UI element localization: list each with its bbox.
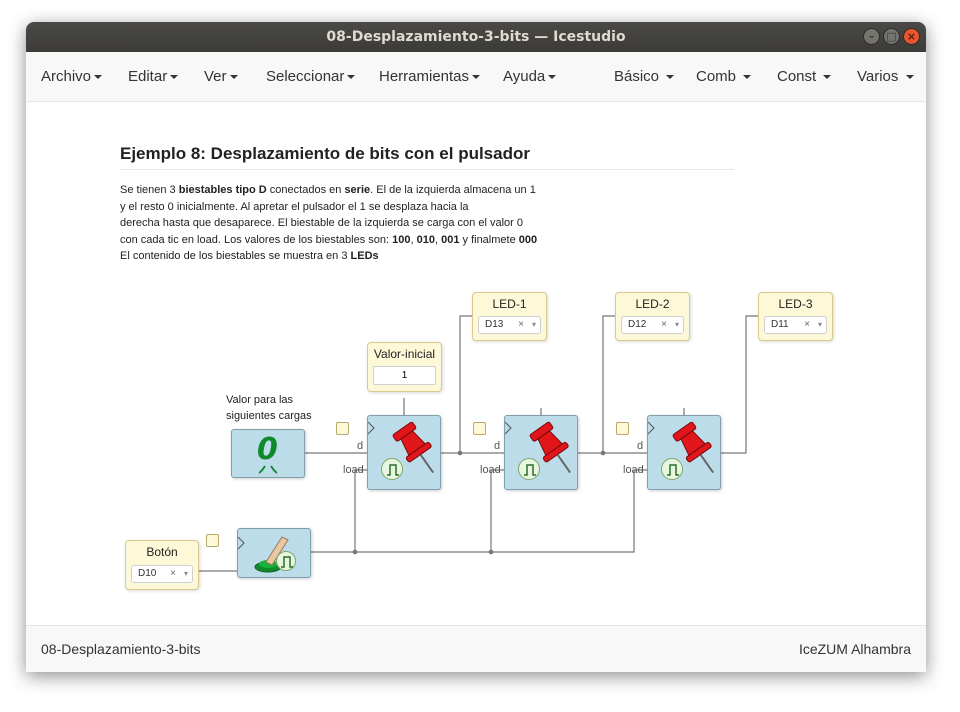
caret-down-icon (905, 75, 914, 80)
led1-label: LED-1 (492, 297, 527, 311)
window-title: 08-Desplazamiento-3-bits — Icestudio (326, 29, 626, 45)
zero-constant-block[interactable]: 0 (231, 429, 305, 478)
pulse-wave-icon (281, 556, 293, 568)
caret-down-icon (666, 75, 675, 80)
pulse-wave-icon (667, 464, 679, 476)
minimize-button[interactable]: – (863, 28, 880, 45)
caret-down-icon (743, 75, 752, 80)
wire-ff3-to-led3 (721, 315, 758, 454)
dff-module-1[interactable] (367, 415, 441, 490)
wire-button-to-load3 (311, 469, 647, 553)
junction-dot (457, 450, 463, 456)
caret-down-icon (170, 75, 179, 80)
valor-inicial-input[interactable]: 1 (373, 366, 436, 385)
led2-label: LED-2 (635, 297, 670, 311)
caret-down-icon (347, 75, 356, 80)
clear-icon[interactable]: × (170, 566, 176, 582)
pulse-icon (661, 458, 683, 480)
board-name[interactable]: IceZUM Alhambra (799, 641, 911, 657)
pulse-icon (381, 458, 403, 480)
title-bar: 08-Desplazamiento-3-bits — Icestudio – □… (26, 22, 926, 52)
dropdown-icon[interactable]: ▾ (675, 317, 679, 333)
led2-pin-select[interactable]: D12 × ▾ (621, 316, 684, 334)
wire-button-to-load2 (490, 469, 504, 552)
pulse-icon (276, 551, 296, 571)
wire-button-to-load1 (354, 469, 367, 552)
junction-dot (352, 549, 358, 555)
project-name: 08-Desplazamiento-3-bits (41, 641, 201, 657)
led3-output-block[interactable]: LED-3 D11 × ▾ (758, 292, 833, 341)
clear-icon[interactable]: × (661, 317, 667, 333)
boton-pin-select[interactable]: D10 × ▾ (131, 565, 193, 583)
boton-label: Botón (146, 545, 178, 559)
caret-down-icon (229, 75, 238, 80)
boton-input-block[interactable]: Botón D10 × ▾ (125, 540, 199, 590)
app-window: 08-Desplazamiento-3-bits — Icestudio – □… (26, 22, 926, 672)
maximize-button[interactable]: □ (883, 28, 900, 45)
pin-label-load: load (343, 464, 364, 476)
menu-ver[interactable]: Ver (204, 52, 238, 102)
menu-editar[interactable]: Editar (128, 52, 179, 102)
note-text: Valor para las siguientes cargas (226, 394, 312, 422)
clk-input-tab[interactable] (473, 422, 486, 435)
menu-varios[interactable]: Varios (857, 52, 914, 102)
pin-label-d: d (357, 440, 364, 452)
menu-comb[interactable]: Comb (696, 52, 752, 102)
caret-down-icon (472, 75, 481, 80)
clear-icon[interactable]: × (804, 317, 810, 333)
pin-label-load: load (623, 464, 644, 476)
menu-const[interactable]: Const (777, 52, 832, 102)
pulse-wave-icon (524, 464, 536, 476)
menu-ayuda[interactable]: Ayuda (503, 52, 557, 102)
clk-input-tab[interactable] (206, 534, 219, 547)
led3-pin-select[interactable]: D11 × ▾ (764, 316, 827, 334)
dropdown-icon[interactable]: ▾ (818, 317, 822, 333)
pulse-icon (518, 458, 540, 480)
menu-herramientas[interactable]: Herramientas (379, 52, 481, 102)
pin-label-load: load (480, 464, 501, 476)
menu-bar: Archivo Editar Ver Seleccionar Herramien… (26, 52, 926, 102)
led1-output-block[interactable]: LED-1 D13 × ▾ (472, 292, 547, 341)
component-legs-icon (258, 465, 278, 474)
pulse-wave-icon (387, 464, 399, 476)
status-bar: 08-Desplazamiento-3-bits IceZUM Alhambra (26, 625, 926, 672)
clk-input-tab[interactable] (336, 422, 349, 435)
junction-dot (488, 549, 494, 555)
wire-ff1-to-led1 (459, 315, 472, 453)
design-canvas[interactable]: Ejemplo 8: Desplazamiento de bits con el… (26, 102, 926, 625)
menu-archivo[interactable]: Archivo (41, 52, 103, 102)
valor-inicial-label: Valor-inicial (373, 347, 436, 361)
button-pulse-module[interactable] (237, 528, 311, 578)
valor-inicial-constant[interactable]: Valor-inicial 1 (367, 342, 442, 392)
clk-input-tab[interactable] (616, 422, 629, 435)
dff-module-2[interactable] (504, 415, 578, 490)
pin-label-d: d (494, 440, 501, 452)
close-button[interactable]: × (903, 28, 920, 45)
caret-down-icon (94, 75, 103, 80)
menu-basico[interactable]: Básico (614, 52, 675, 102)
led1-pin-select[interactable]: D13 × ▾ (478, 316, 541, 334)
dropdown-icon[interactable]: ▾ (184, 566, 188, 582)
caret-down-icon (548, 75, 557, 80)
caret-down-icon (823, 75, 832, 80)
dff-module-3[interactable] (647, 415, 721, 490)
led3-label: LED-3 (778, 297, 813, 311)
led2-output-block[interactable]: LED-2 D12 × ▾ (615, 292, 690, 341)
window-controls: – □ × (863, 28, 920, 45)
junction-dot (600, 450, 606, 456)
pin-label-d: d (637, 440, 644, 452)
menu-seleccionar[interactable]: Seleccionar (266, 52, 356, 102)
wire-ff2-to-led2 (602, 315, 615, 453)
clear-icon[interactable]: × (518, 317, 524, 333)
dropdown-icon[interactable]: ▾ (532, 317, 536, 333)
